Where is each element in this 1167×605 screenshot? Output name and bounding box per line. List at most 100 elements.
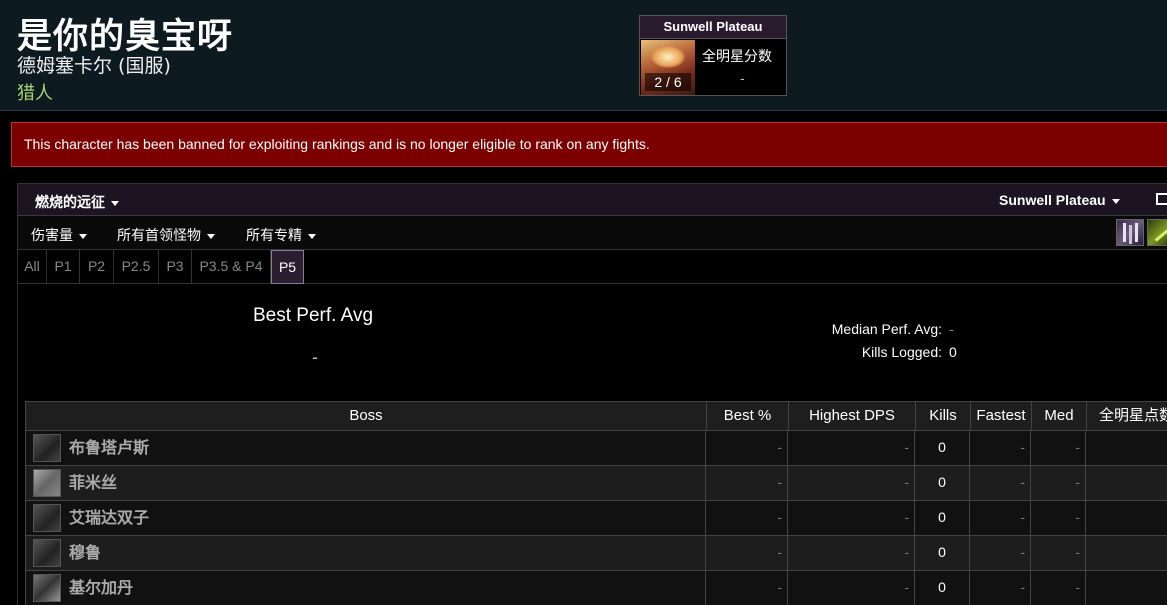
- column-fastest[interactable]: Fastest: [971, 402, 1032, 430]
- table-row[interactable]: 穆鲁 - - 0 - - -: [25, 536, 1167, 571]
- boss-name[interactable]: 菲米丝: [69, 466, 117, 499]
- spec-filter-dropdown[interactable]: 所有专精: [246, 225, 316, 245]
- all-star-points-cell: -: [1086, 571, 1167, 605]
- tab-phase-p3-5-p4[interactable]: P3.5 & P4: [192, 250, 271, 284]
- best-percent-cell: -: [706, 571, 788, 605]
- metric-dropdown[interactable]: 伤害量: [31, 225, 87, 245]
- column-boss[interactable]: Boss: [26, 402, 707, 430]
- fastest-cell: -: [970, 536, 1031, 570]
- fastest-cell: -: [970, 431, 1031, 465]
- banned-banner: This character has been banned for explo…: [11, 122, 1167, 167]
- column-highest-dps[interactable]: Highest DPS: [789, 402, 916, 430]
- tab-phase-p3[interactable]: P3: [159, 250, 192, 284]
- metric-label: 伤害量: [31, 228, 73, 244]
- felmyst-icon: [33, 469, 61, 497]
- chevron-down-icon: [111, 200, 119, 206]
- filter-bar: 伤害量 所有首领怪物 所有专精: [18, 216, 1167, 250]
- window-icon[interactable]: [1156, 193, 1167, 205]
- zone-dropdown[interactable]: Sunwell Plateau: [999, 192, 1120, 208]
- chevron-down-icon: [79, 233, 87, 239]
- boss-name[interactable]: 艾瑞达双子: [69, 501, 149, 534]
- table-row[interactable]: 艾瑞达双子 - - 0 - - -: [25, 501, 1167, 536]
- tab-phase-all[interactable]: All: [18, 250, 47, 284]
- zone-summary-title: Sunwell Plateau: [640, 16, 786, 39]
- all-star-value: -: [740, 70, 745, 86]
- median-perf-value: -: [949, 321, 954, 337]
- fastest-cell: -: [970, 466, 1031, 500]
- table-row[interactable]: 布鲁塔卢斯 - - 0 - - -: [25, 431, 1167, 466]
- kills-cell: 0: [915, 466, 970, 500]
- table-row[interactable]: 基尔加丹 - - 0 - - -: [25, 571, 1167, 605]
- all-star-points-cell: -: [1086, 466, 1167, 500]
- highest-dps-cell: -: [788, 536, 915, 570]
- zone-progress: 2 / 6: [645, 73, 691, 91]
- spec-filter-label: 所有专精: [246, 228, 302, 244]
- priest-spec-icon[interactable]: [1116, 219, 1144, 246]
- kills-cell: 0: [915, 571, 970, 605]
- boss-name[interactable]: 穆鲁: [69, 536, 101, 569]
- eredar-twins-icon: [33, 504, 61, 532]
- med-cell: -: [1031, 501, 1086, 535]
- med-cell: -: [1031, 466, 1086, 500]
- kills-cell: 0: [915, 536, 970, 570]
- zone-label: Sunwell Plateau: [999, 192, 1106, 208]
- chevron-down-icon: [308, 233, 316, 239]
- boss-filter-dropdown[interactable]: 所有首领怪物: [117, 225, 215, 245]
- character-realm[interactable]: 德姆塞卡尔 (国服): [17, 51, 171, 78]
- kills-cell: 0: [915, 501, 970, 535]
- phase-tabs: All P1 P2 P2.5 P3 P3.5 & P4 P5: [18, 250, 1167, 284]
- tab-phase-p2-5[interactable]: P2.5: [114, 250, 159, 284]
- boss-cell: 穆鲁: [26, 536, 706, 570]
- boss-name[interactable]: 布鲁塔卢斯: [69, 431, 149, 464]
- character-class: 猎人: [17, 83, 53, 104]
- hunter-spec-icon[interactable]: [1147, 219, 1167, 246]
- highest-dps-cell: -: [788, 501, 915, 535]
- med-cell: -: [1031, 431, 1086, 465]
- tab-phase-p2[interactable]: P2: [80, 250, 114, 284]
- best-percent-cell: -: [706, 431, 788, 465]
- chevron-down-icon: [1111, 198, 1120, 204]
- brutallus-icon: [33, 434, 61, 462]
- median-perf-label: Median Perf. Avg:: [831, 321, 942, 337]
- best-perf-title: Best Perf. Avg: [253, 305, 374, 326]
- best-percent-cell: -: [706, 536, 788, 570]
- med-cell: -: [1031, 571, 1086, 605]
- kills-logged-value: 0: [949, 344, 957, 360]
- character-header: 是你的臭宝呀 德姆塞卡尔 (国服) 猎人 Sunwell Plateau 2 /…: [0, 0, 1167, 111]
- zone-image-icon: 2 / 6: [641, 40, 695, 95]
- tab-phase-p5[interactable]: P5: [271, 250, 304, 284]
- fastest-cell: -: [970, 571, 1031, 605]
- column-med[interactable]: Med: [1032, 402, 1087, 430]
- kills-logged-label: Kills Logged:: [861, 344, 942, 360]
- best-percent-cell: -: [706, 501, 788, 535]
- all-star-label: 全明星分数: [702, 49, 772, 65]
- highest-dps-cell: -: [788, 431, 915, 465]
- column-best-percent[interactable]: Best %: [707, 402, 789, 430]
- best-perf-value: -: [312, 347, 318, 367]
- chevron-down-icon: [207, 233, 215, 239]
- fastest-cell: -: [970, 501, 1031, 535]
- kills-cell: 0: [915, 431, 970, 465]
- tab-phase-p1[interactable]: P1: [47, 250, 80, 284]
- kiljaeden-icon: [33, 574, 61, 602]
- highest-dps-cell: -: [788, 466, 915, 500]
- table-row[interactable]: 菲米丝 - - 0 - - -: [25, 466, 1167, 501]
- boss-name[interactable]: 基尔加丹: [69, 571, 133, 604]
- boss-table: Boss Best % Highest DPS Kills Fastest Me…: [25, 401, 1167, 605]
- boss-cell: 基尔加丹: [26, 571, 706, 605]
- table-header: Boss Best % Highest DPS Kills Fastest Me…: [25, 401, 1167, 431]
- boss-cell: 布鲁塔卢斯: [26, 431, 706, 465]
- panel-topbar: 燃烧的远征 Sunwell Plateau: [18, 184, 1167, 216]
- best-percent-cell: -: [706, 466, 788, 500]
- boss-cell: 菲米丝: [26, 466, 706, 500]
- expansion-dropdown[interactable]: 燃烧的远征: [35, 192, 119, 212]
- column-kills[interactable]: Kills: [916, 402, 971, 430]
- stats-summary: Best Perf. Avg - Median Perf. Avg: - Kil…: [18, 285, 1167, 395]
- zone-summary-box[interactable]: Sunwell Plateau 2 / 6 全明星分数 -: [639, 15, 787, 96]
- expansion-label: 燃烧的远征: [35, 195, 105, 211]
- muru-icon: [33, 539, 61, 567]
- column-all-star-points[interactable]: 全明星点数: [1087, 402, 1167, 430]
- all-star-points-cell: -: [1086, 501, 1167, 535]
- med-cell: -: [1031, 536, 1086, 570]
- boss-cell: 艾瑞达双子: [26, 501, 706, 535]
